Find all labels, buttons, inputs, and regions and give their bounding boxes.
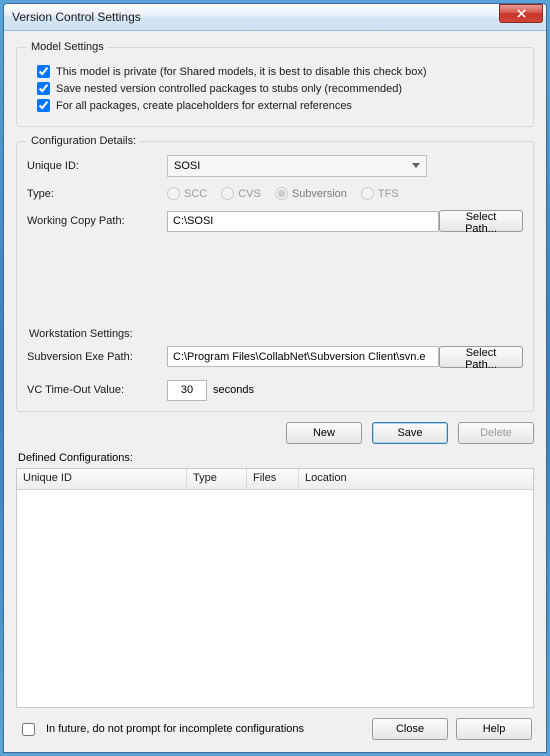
working-copy-path-input[interactable] bbox=[167, 211, 439, 232]
placeholders-checkbox[interactable] bbox=[37, 99, 50, 112]
close-button[interactable]: Close bbox=[372, 718, 448, 740]
col-type[interactable]: Type bbox=[187, 469, 247, 489]
uid-label: Unique ID: bbox=[27, 160, 167, 172]
timeout-input[interactable] bbox=[167, 380, 207, 401]
col-uid[interactable]: Unique ID bbox=[17, 469, 187, 489]
config-details-group: Configuration Details: Unique ID: SOSI T… bbox=[16, 135, 534, 412]
wcp-label: Working Copy Path: bbox=[27, 215, 167, 227]
model-settings-legend: Model Settings bbox=[27, 41, 108, 53]
select-path-button-2[interactable]: Select Path... bbox=[439, 346, 523, 368]
timeout-label: VC Time-Out Value: bbox=[27, 384, 167, 396]
noprompt-checkbox[interactable] bbox=[22, 723, 35, 736]
workstation-settings-label: Workstation Settings: bbox=[29, 328, 523, 340]
type-scc-radio: SCC bbox=[167, 187, 207, 200]
timeout-unit: seconds bbox=[213, 384, 254, 396]
col-location[interactable]: Location bbox=[299, 469, 533, 489]
delete-button[interactable]: Delete bbox=[458, 422, 534, 444]
model-settings-group: Model Settings This model is private (fo… bbox=[16, 41, 534, 127]
stubs-label: Save nested version controlled packages … bbox=[56, 83, 402, 95]
new-button[interactable]: New bbox=[286, 422, 362, 444]
window-title: Version Control Settings bbox=[12, 10, 141, 24]
private-label: This model is private (for Shared models… bbox=[56, 66, 427, 78]
uid-dropdown[interactable]: SOSI bbox=[167, 155, 427, 177]
svn-exe-input[interactable] bbox=[167, 346, 439, 367]
save-button[interactable]: Save bbox=[372, 422, 448, 444]
type-tfs-radio: TFS bbox=[361, 187, 399, 200]
defined-configs-label: Defined Configurations: bbox=[18, 452, 534, 464]
stubs-checkbox[interactable] bbox=[37, 82, 50, 95]
table-header: Unique ID Type Files Location bbox=[17, 469, 533, 490]
titlebar: Version Control Settings bbox=[4, 4, 546, 31]
defined-configs-section: Defined Configurations: Unique ID Type F… bbox=[16, 452, 534, 709]
config-details-legend: Configuration Details: bbox=[27, 135, 140, 147]
type-label: Type: bbox=[27, 188, 167, 200]
svn-exe-label: Subversion Exe Path: bbox=[27, 351, 167, 363]
footer-row: In future, do not prompt for incomplete … bbox=[16, 708, 534, 742]
close-icon[interactable] bbox=[499, 4, 543, 23]
content-area: Model Settings This model is private (fo… bbox=[4, 31, 546, 752]
chevron-down-icon bbox=[412, 163, 420, 168]
col-files[interactable]: Files bbox=[247, 469, 299, 489]
private-checkbox[interactable] bbox=[37, 65, 50, 78]
noprompt-label: In future, do not prompt for incomplete … bbox=[46, 723, 304, 735]
select-path-button-1[interactable]: Select Path... bbox=[439, 210, 523, 232]
dialog-window: Version Control Settings Model Settings … bbox=[3, 3, 547, 753]
defined-configs-table[interactable]: Unique ID Type Files Location bbox=[16, 468, 534, 709]
uid-value: SOSI bbox=[174, 160, 200, 172]
type-svn-radio: Subversion bbox=[275, 187, 347, 200]
help-button[interactable]: Help bbox=[456, 718, 532, 740]
type-cvs-radio: CVS bbox=[221, 187, 261, 200]
placeholders-label: For all packages, create placeholders fo… bbox=[56, 100, 352, 112]
action-button-row: New Save Delete bbox=[16, 420, 534, 452]
